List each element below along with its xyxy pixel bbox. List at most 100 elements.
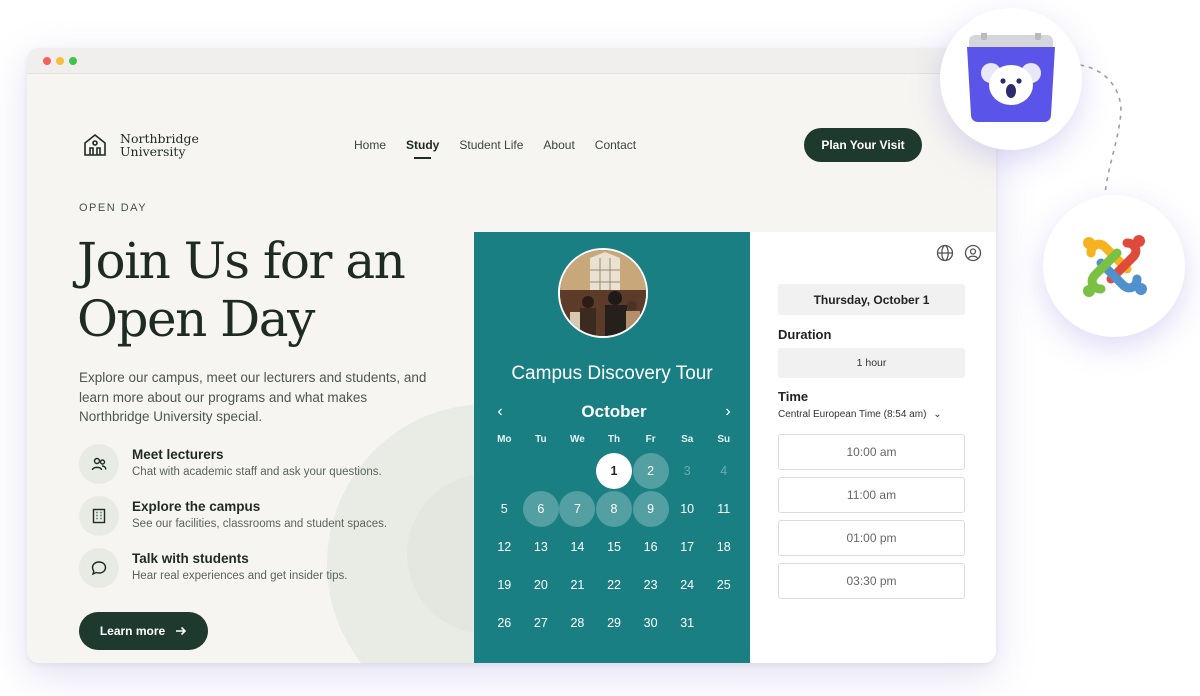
calendar-day-number: 23 [643, 578, 658, 592]
chat-bubble-icon [79, 548, 119, 588]
learn-more-button[interactable]: Learn more [79, 612, 208, 650]
maximize-dot[interactable] [69, 57, 77, 65]
timezone-select[interactable]: Central European Time (8:54 am) ⌄ [778, 409, 942, 420]
dashed-connector [1079, 64, 1122, 196]
calendar-day: 15 [596, 528, 633, 566]
calendar-day-number: 6 [522, 491, 559, 527]
time-label: Time [778, 389, 809, 404]
weekday-label: Mo [497, 434, 512, 445]
calendar-day-number: 20 [533, 578, 548, 592]
calendar-day-number: 13 [533, 540, 548, 554]
globe-icon[interactable] [936, 244, 954, 262]
user-icon[interactable] [964, 244, 982, 262]
calendar-day[interactable]: 6 [522, 490, 560, 528]
calendar-day-number: 12 [497, 540, 512, 554]
calendar-day: 3 [669, 452, 706, 490]
logo[interactable]: Northbridge University [82, 132, 199, 158]
calendar-day: 12 [486, 528, 523, 566]
prev-month-button[interactable]: ‹ [492, 403, 508, 421]
details-panel: Thursday, October 1 Duration 1 hour Time… [750, 232, 996, 663]
calendar-week-row: 19 20 21 22 23 24 25 [486, 566, 742, 604]
tour-photo [558, 248, 648, 338]
calendar-day-number: 27 [533, 616, 548, 630]
calendar-day[interactable]: 7 [559, 490, 596, 528]
feature-subtitle: See our facilities, classrooms and stude… [132, 518, 388, 530]
campus-building-icon [84, 133, 106, 156]
calendar-day: 16 [632, 528, 669, 566]
calendar-day-number: 7 [559, 491, 596, 527]
feature-subtitle: Hear real experiences and get insider ti… [132, 570, 348, 582]
time-slot[interactable]: 03:30 pm [778, 563, 965, 599]
page: Northbridge University Home Study Studen… [27, 74, 996, 663]
calendar-day-number: 25 [716, 578, 731, 592]
calendar-week-row: 123 4 [486, 452, 742, 490]
logo-line2: University [120, 144, 186, 159]
calendar-day: 11 [705, 490, 742, 528]
calendar-day[interactable]: 2 [632, 452, 669, 490]
calendar-day: 13 [523, 528, 560, 566]
calendar-day[interactable]: 8 [596, 490, 633, 528]
feature-item: Explore the campus See our facilities, c… [79, 496, 388, 536]
calendar-day-number: 16 [643, 540, 658, 554]
calendar-day: 19 [486, 566, 523, 604]
calendar-day-number: 4 [720, 464, 728, 478]
feature-title: Explore the campus [132, 499, 261, 514]
calendar-day-number: 14 [570, 540, 585, 554]
learn-more-label: Learn more [99, 624, 166, 638]
calendar-panel: Campus Discovery Tour ‹ October › Mo Tu … [474, 232, 750, 663]
plan-your-visit-button[interactable]: Plan Your Visit [804, 128, 922, 162]
calendar-day: 20 [523, 566, 560, 604]
calendar-day-number: 5 [500, 502, 508, 516]
close-dot[interactable] [43, 57, 51, 65]
minimize-dot[interactable] [56, 57, 64, 65]
main-nav: Home Study Student Life About Contact [354, 138, 656, 159]
nav-about[interactable]: About [543, 138, 574, 152]
nav-study[interactable]: Study [406, 138, 439, 159]
browser-chrome [27, 48, 996, 74]
nav-student-life[interactable]: Student Life [459, 138, 523, 152]
time-slot[interactable]: 11:00 am [778, 477, 965, 513]
calendar-day-number: 1 [596, 453, 633, 489]
stage: Northbridge University Home Study Studen… [0, 0, 1200, 696]
calendar-day: 27 [523, 604, 560, 642]
calendar-day-number: 29 [607, 616, 621, 630]
logo-text: Northbridge University [120, 132, 199, 158]
calendar-day-number: 18 [716, 540, 731, 554]
calendar-header: ‹ October › [492, 402, 736, 422]
selected-date: Thursday, October 1 [778, 284, 965, 315]
calendar-empty-cell [523, 452, 560, 490]
next-month-button[interactable]: › [720, 403, 736, 421]
weekday-row: Mo Tu We Th Fr Sa Su [486, 434, 742, 452]
browser-window: Northbridge University Home Study Studen… [27, 48, 996, 663]
widget-icons [936, 244, 982, 262]
duration-select[interactable]: 1 hour [778, 348, 965, 378]
building-icon [79, 496, 119, 536]
calendar-empty-cell [705, 604, 742, 642]
calendar-day-number: 26 [497, 616, 512, 630]
weekday-label: Su [717, 434, 731, 445]
feature-list: Meet lecturers Chat with academic staff … [79, 444, 387, 600]
calendar-day-number: 9 [632, 491, 669, 527]
calendar-day-number: 22 [607, 578, 621, 592]
nav-home[interactable]: Home [354, 138, 386, 152]
weekday-label: Fr [645, 434, 656, 445]
calendar-day-number [523, 453, 559, 489]
people-icon [79, 444, 119, 484]
calendar-day: 28 [559, 604, 596, 642]
calendar-day: 4 [705, 452, 742, 490]
calendar-day[interactable]: 1 [596, 452, 633, 490]
calendar-day: 25 [705, 566, 742, 604]
feature-title: Meet lecturers [132, 447, 224, 462]
chevron-down-icon: ⌄ [933, 409, 942, 420]
calendar-day-number: 10 [680, 502, 695, 516]
weekday-label: Sa [681, 434, 694, 445]
nav-contact[interactable]: Contact [595, 138, 636, 152]
calendar-day-number: 8 [596, 491, 633, 527]
calendar-day-number: 30 [643, 616, 658, 630]
calendar-day: 29 [596, 604, 633, 642]
time-slot[interactable]: 10:00 am [778, 434, 965, 470]
calendar-day[interactable]: 9 [632, 490, 669, 528]
time-slot[interactable]: 01:00 pm [778, 520, 965, 556]
booking-widget: Campus Discovery Tour ‹ October › Mo Tu … [474, 232, 996, 663]
koala-calendar-icon [967, 33, 1055, 122]
